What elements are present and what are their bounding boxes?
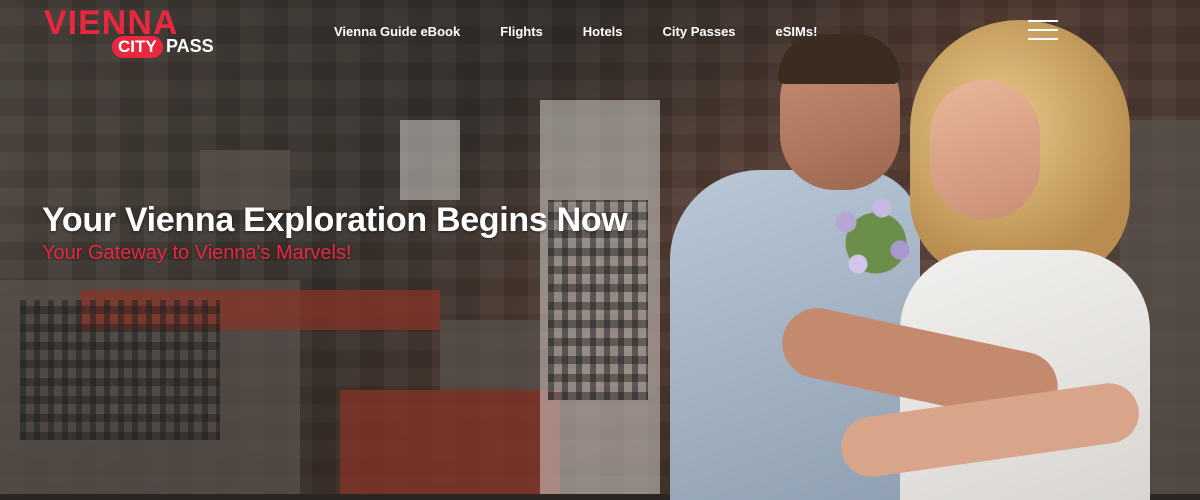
nav-item-city-passes[interactable]: City Passes: [663, 24, 736, 42]
hero-headline: Your Vienna Exploration Begins Now: [42, 201, 628, 239]
logo-vienna-text: VIENNA: [44, 4, 179, 42]
menu-bar: [1028, 38, 1058, 40]
flower-bouquet: [810, 180, 930, 320]
site-logo[interactable]: VIENNA CITY PASS: [44, 6, 234, 62]
nav-item-hotels[interactable]: Hotels: [583, 24, 623, 42]
main-nav: Vienna Guide eBook Flights Hotels City P…: [334, 24, 857, 42]
menu-bar: [1028, 29, 1058, 31]
hero-photo-couple: [660, 20, 1180, 500]
church-tower: [400, 120, 460, 200]
woman-face: [930, 80, 1040, 220]
menu-bar: [1028, 20, 1058, 22]
nav-item-guide-ebook[interactable]: Vienna Guide eBook: [334, 24, 460, 42]
hero-subheadline: Your Gateway to Vienna's Marvels!: [42, 242, 352, 264]
building-windows: [20, 300, 220, 440]
nav-item-esims[interactable]: eSIMs!: [776, 24, 818, 42]
nav-item-flights[interactable]: Flights: [500, 24, 543, 42]
building: [440, 320, 540, 390]
hamburger-menu-icon[interactable]: [1028, 20, 1058, 40]
logo-pass-text: PASS: [166, 36, 214, 56]
red-roof: [340, 390, 560, 494]
logo-city-badge: CITY: [112, 36, 163, 58]
